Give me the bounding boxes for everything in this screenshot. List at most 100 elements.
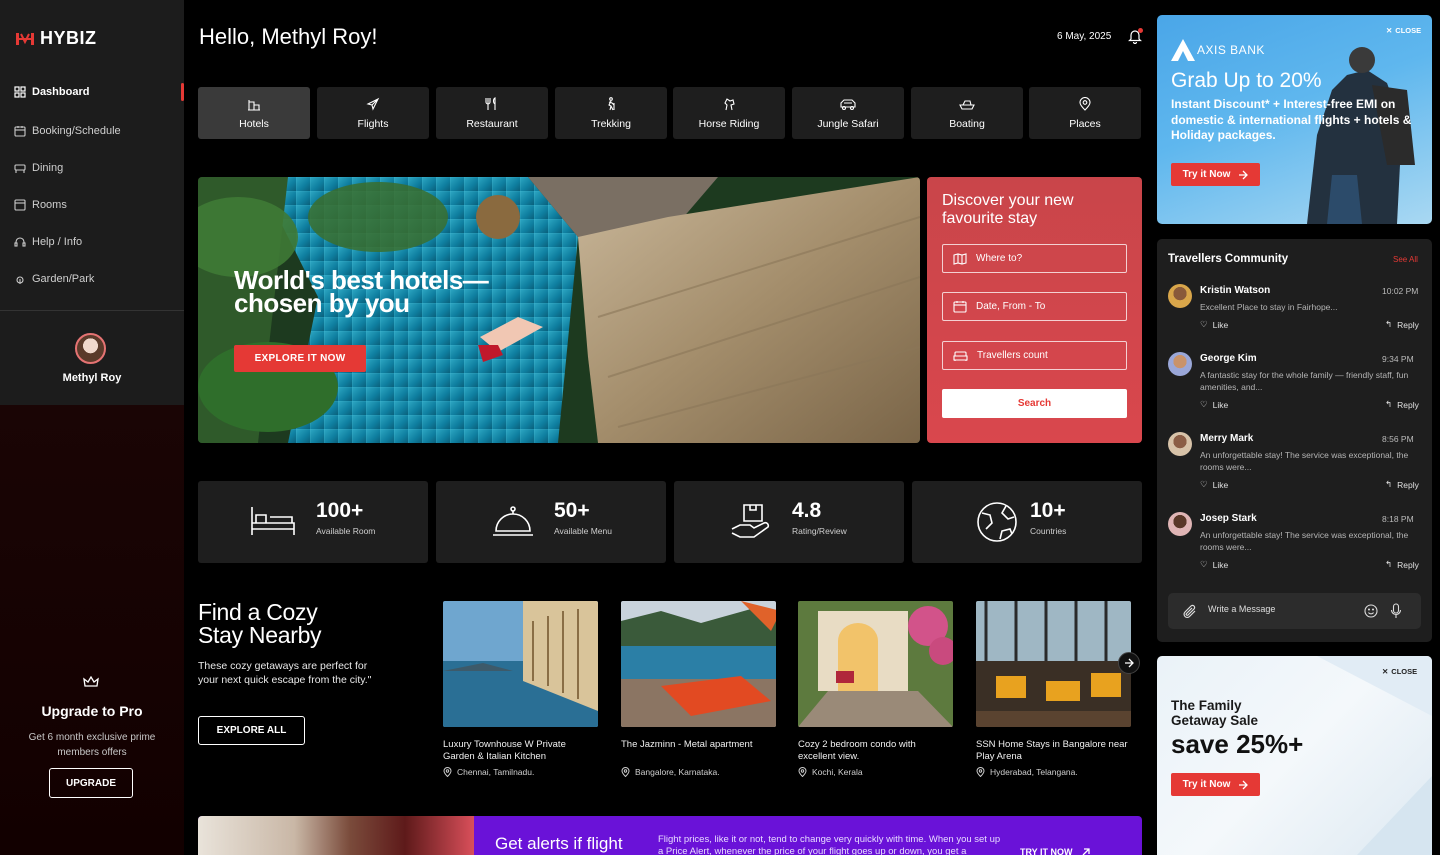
ad-title: The Family Getaway Sale — [1171, 698, 1258, 728]
jeep-icon — [840, 98, 856, 110]
emoji-icon[interactable] — [1364, 604, 1378, 618]
axis-logo-icon — [1171, 39, 1195, 61]
family-sale-ad[interactable]: ✕ CLOSE The Family Getaway Sale save 25%… — [1157, 656, 1432, 855]
like-button[interactable]: ♡ Like — [1200, 399, 1228, 410]
location-icon — [443, 767, 452, 777]
stat-card-menu: 50+ Available Menu — [436, 481, 666, 563]
like-button[interactable]: ♡ Like — [1200, 559, 1228, 570]
sidebar-item-help[interactable]: Help / Info — [14, 236, 82, 248]
stay-image — [976, 601, 1131, 727]
stay-image — [621, 601, 776, 727]
stat-card-rating: 4.8 Rating/Review — [674, 481, 904, 563]
carousel-next-button[interactable] — [1118, 652, 1140, 674]
hiker-icon — [608, 96, 615, 110]
dashboard-icon — [14, 86, 26, 98]
reply-label: Reply — [1397, 399, 1419, 410]
category-jungle-safari[interactable]: Jungle Safari — [792, 87, 904, 139]
comment-time: 9:34 PM — [1382, 354, 1414, 364]
avatar[interactable] — [1168, 512, 1192, 536]
avatar[interactable] — [1168, 284, 1192, 308]
headset-icon — [14, 237, 26, 247]
try-it-now-button[interactable]: Try it Now — [1171, 773, 1260, 796]
section-title-line1: Find a Cozy — [198, 599, 318, 625]
explore-all-button[interactable]: EXPLORE ALL — [198, 716, 305, 745]
where-field[interactable]: Where to? — [942, 244, 1127, 273]
comment-text: Excellent Place to stay in Fairhope... — [1200, 302, 1338, 312]
category-flights[interactable]: Flights — [317, 87, 429, 139]
sidebar-item-booking[interactable]: Booking/Schedule — [14, 125, 121, 137]
like-label: Like — [1212, 559, 1229, 570]
sidebar-item-label: Booking/Schedule — [32, 125, 121, 137]
message-input[interactable] — [1208, 604, 1348, 614]
category-boating[interactable]: Boating — [911, 87, 1023, 139]
stay-card[interactable]: The Jazminn - Metal apartment Bangalore,… — [621, 601, 776, 777]
booking-title-line2: favourite stay — [942, 210, 1038, 227]
like-button[interactable]: ♡ Like — [1200, 319, 1228, 330]
message-composer — [1168, 593, 1421, 629]
try-it-now-link[interactable]: TRY IT NOW — [1020, 847, 1091, 855]
crown-icon — [83, 676, 99, 687]
upgrade-button[interactable]: UPGRADE — [49, 768, 133, 798]
comment-text: An unforgettable stay! The service was e… — [1200, 450, 1409, 472]
cloche-icon — [493, 506, 533, 536]
close-ad-button[interactable]: ✕ CLOSE — [1382, 667, 1417, 676]
see-all-link[interactable]: See All — [1393, 255, 1418, 264]
reply-button[interactable]: ↰ Reply — [1385, 399, 1419, 410]
logo[interactable]: HYBIZ — [14, 28, 97, 49]
avatar[interactable] — [1168, 352, 1192, 376]
like-button[interactable]: ♡ Like — [1200, 479, 1228, 490]
date-field[interactable]: Date, From - To — [942, 292, 1127, 321]
category-restaurant[interactable]: Restaurant — [436, 87, 548, 139]
close-icon: ✕ — [1386, 26, 1393, 35]
paperclip-icon[interactable] — [1183, 604, 1197, 619]
avatar[interactable] — [75, 333, 106, 364]
sidebar-item-label: Rooms — [32, 199, 67, 211]
category-horse-riding[interactable]: Horse Riding — [673, 87, 785, 139]
comment-author: George Kim — [1200, 353, 1257, 364]
close-label: CLOSE — [1391, 667, 1418, 676]
map-icon — [953, 252, 967, 265]
category-trekking[interactable]: Trekking — [555, 87, 667, 139]
sidebar-item-dining[interactable]: Dining — [14, 162, 63, 174]
travellers-field[interactable]: Travellers count — [942, 341, 1127, 370]
stay-card[interactable]: SSN Home Stays in Bangalore near Play Ar… — [976, 601, 1131, 777]
stay-location-text: Bangalore, Karnataka. — [635, 767, 720, 777]
sidebar-item-rooms[interactable]: Rooms — [14, 199, 67, 211]
hand-box-icon — [731, 504, 770, 538]
heart-icon: ♡ — [1200, 399, 1208, 409]
category-places[interactable]: Places — [1029, 87, 1141, 139]
explore-it-now-button[interactable]: EXPLORE IT NOW — [234, 345, 366, 372]
comment-author: Josep Stark — [1200, 513, 1257, 524]
stat-label: Available Menu — [554, 526, 612, 536]
like-label: Like — [1212, 319, 1229, 330]
sidebar-item-garden[interactable]: Garden/Park — [14, 273, 94, 285]
stay-image — [798, 601, 953, 727]
axis-bank-ad[interactable]: ✕ CLOSE AXIS BANK Grab Up to 20% Instant… — [1157, 15, 1432, 224]
stay-title: Cozy 2 bedroom condo with excellent view… — [798, 739, 916, 762]
arrow-right-icon — [1239, 170, 1249, 179]
reply-button[interactable]: ↰ Reply — [1385, 479, 1419, 490]
reply-button[interactable]: ↰ Reply — [1385, 319, 1419, 330]
logo-text: HYBIZ — [40, 28, 97, 48]
globe-icon — [977, 502, 1017, 542]
hero-title-line2: chosen by you — [234, 288, 410, 318]
try-it-now-button[interactable]: Try it Now — [1171, 163, 1260, 186]
avatar[interactable] — [1168, 432, 1192, 456]
reply-label: Reply — [1397, 479, 1419, 490]
search-button[interactable]: Search — [942, 389, 1127, 418]
where-placeholder: Where to? — [976, 253, 1023, 264]
rooms-icon — [14, 199, 26, 211]
stay-title: Luxury Townhouse W Private Garden & Ital… — [443, 739, 566, 762]
sidebar-item-dashboard[interactable]: Dashboard — [14, 86, 89, 98]
category-hotels[interactable]: Hotels — [198, 87, 310, 139]
category-label: Hotels — [239, 117, 269, 130]
stay-card[interactable]: Luxury Townhouse W Private Garden & Ital… — [443, 601, 598, 777]
microphone-icon[interactable] — [1390, 603, 1402, 619]
stat-card-rooms: 100+ Available Room — [198, 481, 428, 563]
stay-location-text: Hyderabad, Telangana. — [990, 767, 1078, 777]
stay-card[interactable]: Cozy 2 bedroom condo with excellent view… — [798, 601, 953, 777]
reply-button[interactable]: ↰ Reply — [1385, 559, 1419, 570]
calendar-icon — [953, 301, 967, 313]
ad-button-label: Try it Now — [1182, 169, 1231, 180]
close-ad-button[interactable]: ✕ CLOSE — [1386, 26, 1421, 35]
